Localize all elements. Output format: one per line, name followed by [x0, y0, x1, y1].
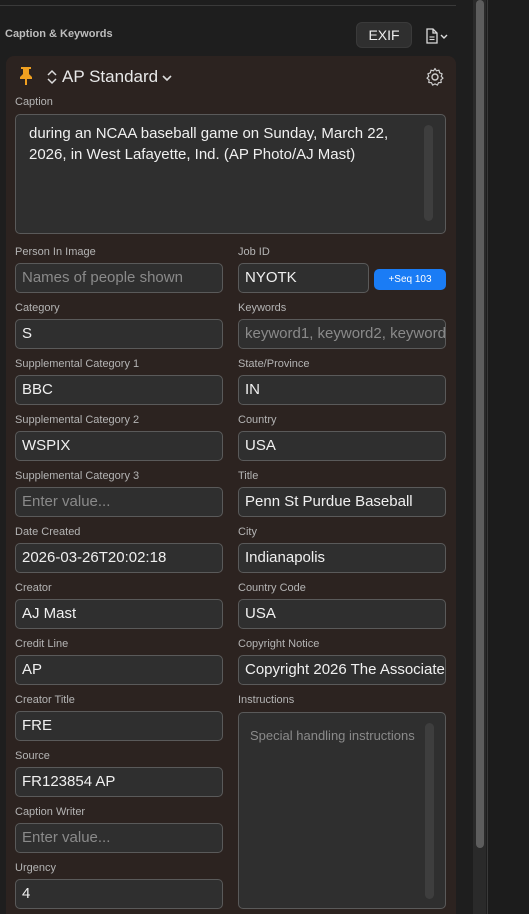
- instructions-label: Instructions: [238, 694, 295, 706]
- section-header: Caption & Keywords EXIF: [0, 22, 456, 48]
- chevron-down-icon[interactable]: [162, 74, 172, 82]
- caption-label: Caption: [15, 96, 53, 108]
- section-title: Caption & Keywords: [5, 28, 113, 40]
- credit-line-input[interactable]: AP: [15, 655, 223, 685]
- person-in-image-input[interactable]: Names of people shown: [15, 263, 223, 293]
- credit-line-label: Credit Line: [15, 638, 69, 650]
- instructions-textarea[interactable]: Special handling instructions: [238, 712, 446, 909]
- exif-button[interactable]: EXIF: [356, 22, 412, 48]
- country-label: Country: [238, 414, 277, 426]
- caption-scrollbar[interactable]: [424, 125, 433, 221]
- title-input[interactable]: Penn St Purdue Baseball: [238, 487, 446, 517]
- source-label: Source: [15, 750, 50, 762]
- urgency-label: Urgency: [15, 862, 56, 874]
- gear-icon[interactable]: [425, 67, 445, 87]
- caption-textarea[interactable]: during an NCAA baseball game on Sunday, …: [15, 114, 446, 234]
- category-input[interactable]: S: [15, 319, 223, 349]
- keywords-input[interactable]: keyword1, keyword2, keyword3: [238, 319, 446, 349]
- copyright-notice-input[interactable]: Copyright 2026 The Associated Press: [238, 655, 446, 685]
- country-code-input[interactable]: USA: [238, 599, 446, 629]
- up-down-chevron-icon[interactable]: [46, 69, 58, 85]
- creator-title-label: Creator Title: [15, 694, 75, 706]
- date-created-label: Date Created: [15, 526, 81, 538]
- supplemental-category-3-label: Supplemental Category 3: [15, 470, 140, 482]
- top-divider: [0, 5, 456, 6]
- supplemental-category-1-label: Supplemental Category 1: [15, 358, 140, 370]
- caption-text: during an NCAA baseball game on Sunday, …: [29, 125, 389, 163]
- person-in-image-label: Person In Image: [15, 246, 96, 258]
- supplemental-category-2-label: Supplemental Category 2: [15, 414, 140, 426]
- category-label: Category: [15, 302, 60, 314]
- city-label: City: [238, 526, 257, 538]
- country-input[interactable]: USA: [238, 431, 446, 461]
- pin-icon[interactable]: [18, 66, 34, 86]
- document-menu-button[interactable]: [422, 26, 452, 46]
- state-province-input[interactable]: IN: [238, 375, 446, 405]
- creator-title-input[interactable]: FRE: [15, 711, 223, 741]
- country-code-label: Country Code: [238, 582, 306, 594]
- supplemental-category-1-input[interactable]: BBC: [15, 375, 223, 405]
- supplemental-category-2-input[interactable]: WSPIX: [15, 431, 223, 461]
- preset-row: AP Standard: [6, 64, 451, 90]
- supplemental-category-3-input[interactable]: Enter value...: [15, 487, 223, 517]
- date-created-input[interactable]: 2026-03-26T20:02:18: [15, 543, 223, 573]
- instructions-scrollbar[interactable]: [425, 723, 434, 899]
- creator-label: Creator: [15, 582, 52, 594]
- city-input[interactable]: Indianapolis: [238, 543, 446, 573]
- caption-writer-label: Caption Writer: [15, 806, 86, 818]
- job-id-label: Job ID: [238, 246, 270, 258]
- adjacent-pane: [488, 0, 529, 914]
- source-input[interactable]: FR123854 AP: [15, 767, 223, 797]
- preset-selector[interactable]: AP Standard: [62, 67, 158, 87]
- caption-writer-input[interactable]: Enter value...: [15, 823, 223, 853]
- title-label: Title: [238, 470, 259, 482]
- urgency-input[interactable]: 4: [15, 879, 223, 909]
- document-icon: [426, 28, 448, 44]
- creator-input[interactable]: AJ Mast: [15, 599, 223, 629]
- copyright-notice-label: Copyright Notice: [238, 638, 320, 650]
- keywords-label: Keywords: [238, 302, 287, 314]
- state-province-label: State/Province: [238, 358, 310, 370]
- panel-scrollbar-thumb[interactable]: [476, 0, 484, 848]
- seq-button[interactable]: +Seq 103: [374, 269, 446, 290]
- job-id-input[interactable]: NYOTK: [238, 263, 369, 293]
- instructions-placeholder: Special handling instructions: [250, 728, 415, 743]
